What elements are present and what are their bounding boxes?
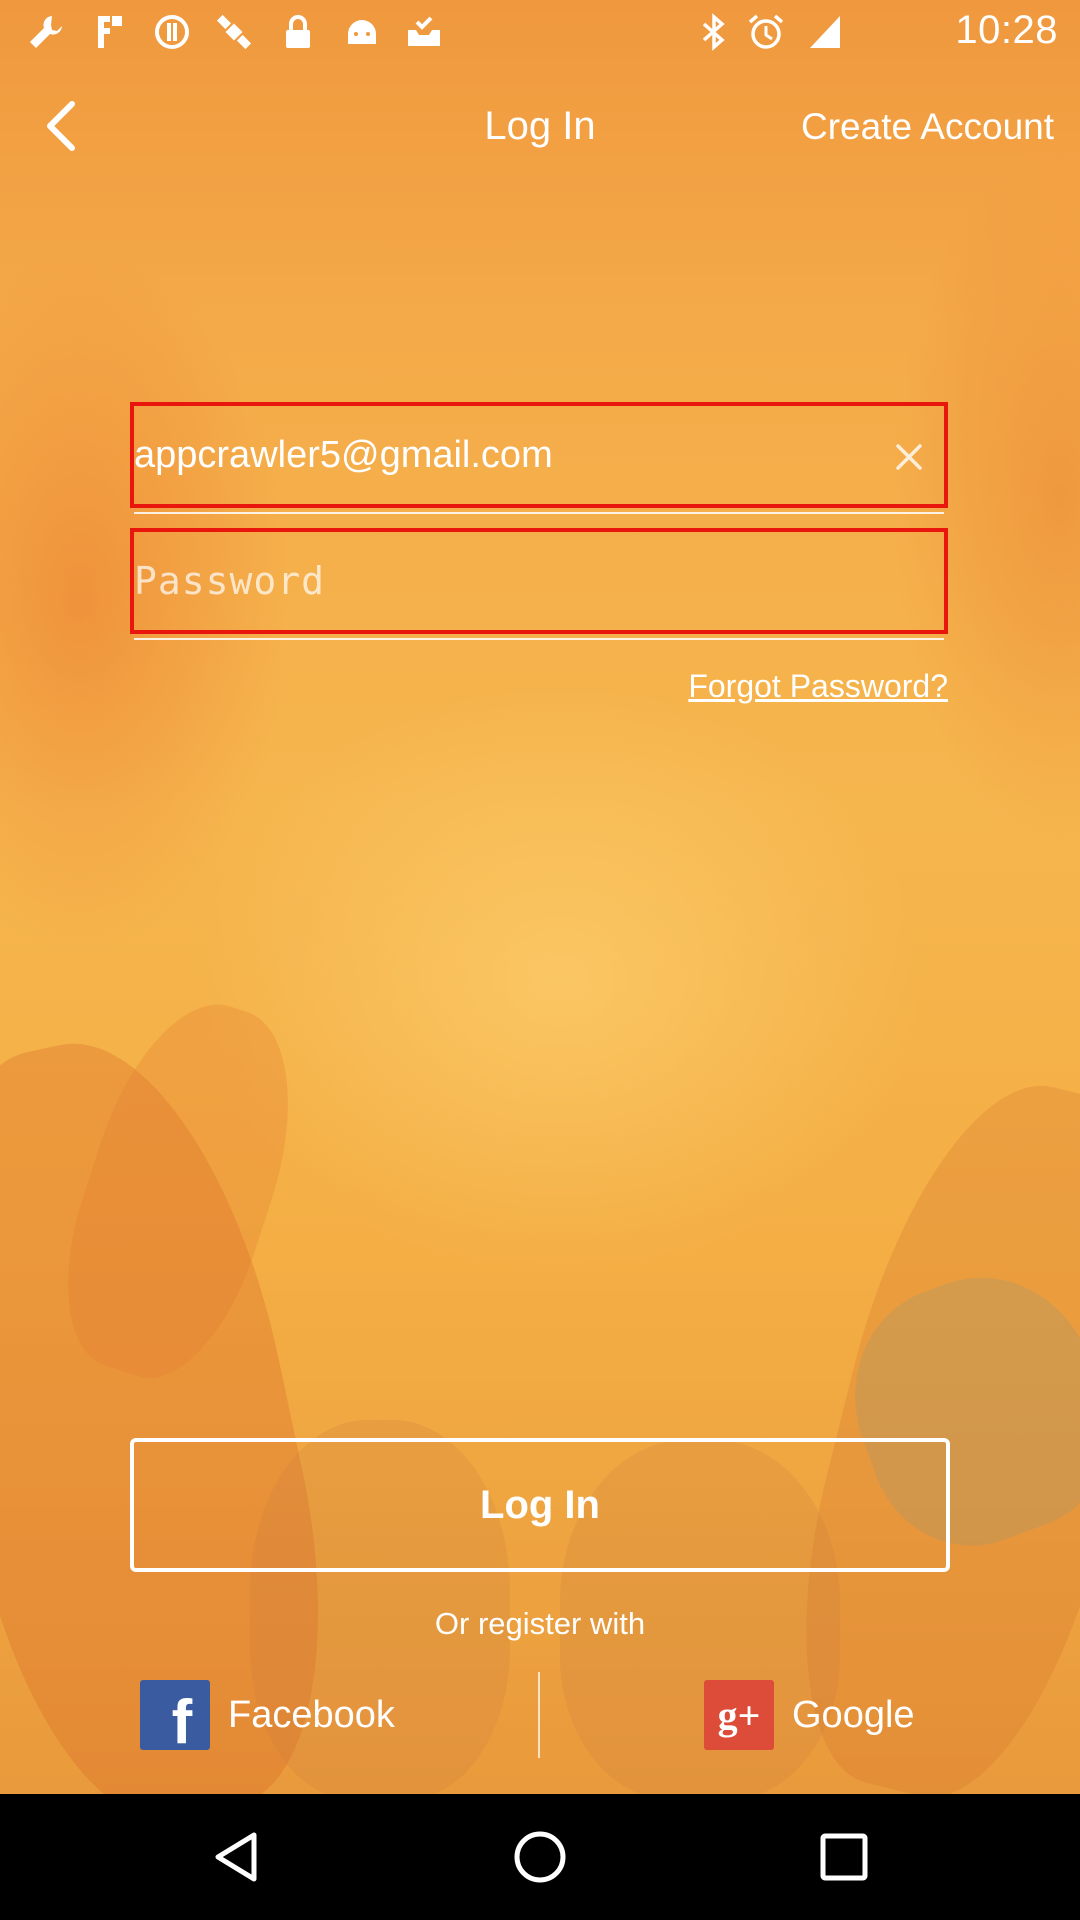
forgot-password-link[interactable]: Forgot Password? [688, 668, 948, 705]
data-saver-icon [155, 15, 189, 49]
create-account-link[interactable]: Create Account [801, 106, 1054, 148]
or-register-label: Or register with [434, 1606, 646, 1641]
facebook-label: Facebook [228, 1693, 395, 1736]
social-divider [538, 1672, 540, 1758]
google-plus-icon: g+ [704, 1680, 774, 1750]
alarm-icon [748, 14, 784, 49]
wrench-icon [30, 16, 62, 48]
recents-square-icon[interactable] [814, 1827, 874, 1887]
facebook-button[interactable]: f Facebook [140, 1680, 395, 1757]
inbox-check-icon [408, 16, 440, 46]
lock-icon [286, 15, 310, 48]
clear-icon[interactable] [884, 432, 934, 482]
status-bar: 10:28 [0, 0, 1080, 64]
email-input[interactable] [134, 406, 944, 504]
satellite-icon [216, 14, 252, 50]
navigation-bar [0, 1794, 1080, 1920]
facebook-lite-icon [98, 16, 122, 48]
status-time: 10:28 [955, 8, 1058, 52]
signal-icon [810, 16, 840, 48]
google-glyph: g+ [717, 1692, 761, 1738]
google-label: Google [792, 1693, 915, 1736]
home-circle-icon[interactable] [510, 1827, 570, 1887]
password-input[interactable] [134, 532, 944, 630]
bluetooth-icon [702, 13, 725, 51]
login-screen: 10:28 Log In Create Account Forgot Passw… [0, 0, 1080, 1920]
email-field[interactable] [130, 402, 948, 514]
facebook-icon: f [140, 1680, 210, 1757]
android-icon [348, 20, 376, 44]
facebook-glyph: f [171, 1687, 193, 1757]
google-button[interactable]: g+ Google [704, 1680, 915, 1750]
password-field[interactable] [130, 528, 948, 640]
back-triangle-icon[interactable] [208, 1827, 268, 1887]
login-button[interactable]: Log In [130, 1438, 950, 1572]
